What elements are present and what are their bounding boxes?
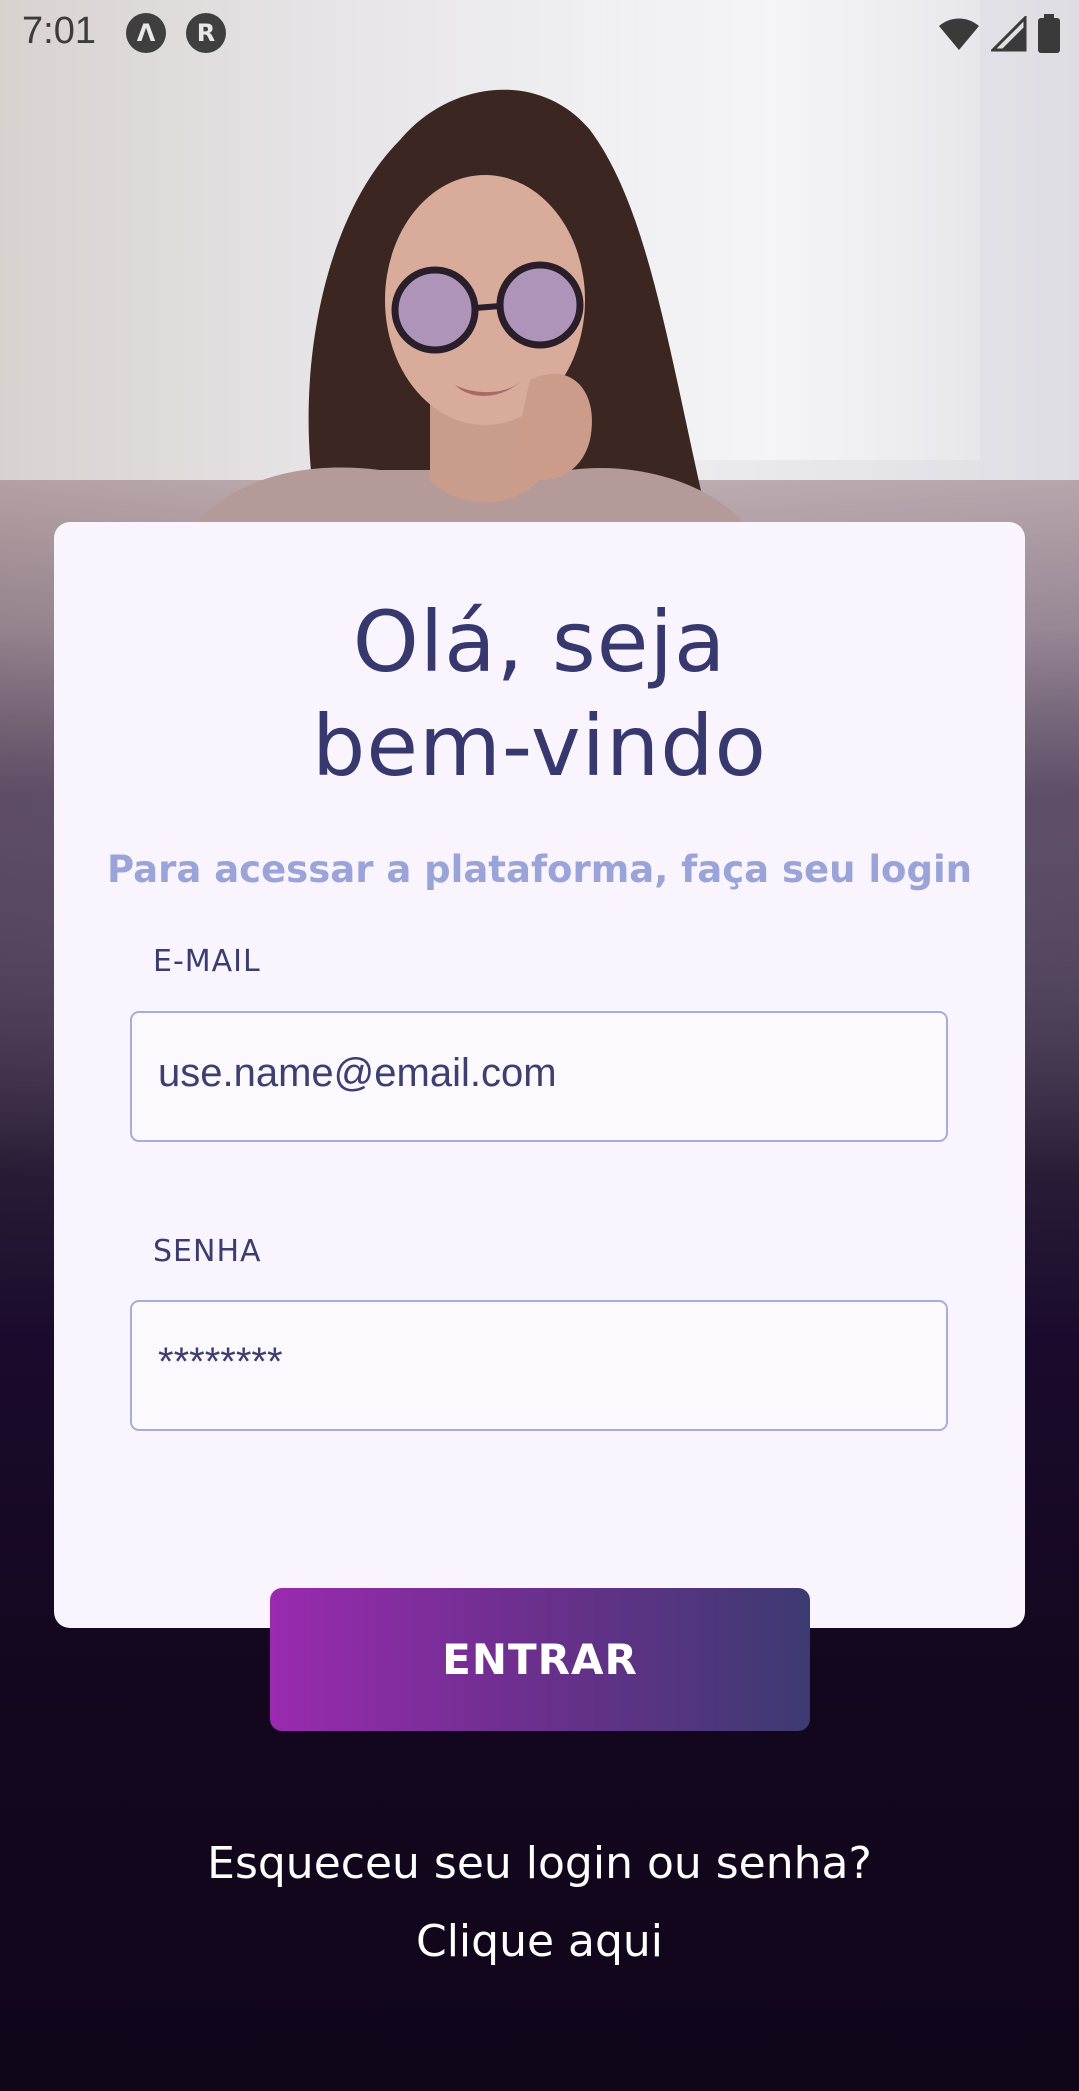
- email-field[interactable]: use.name@email.com: [130, 1011, 948, 1142]
- welcome-title-line2: bem-vindo: [312, 697, 767, 795]
- forgot-credentials-text: Esqueceu seu login ou senha?: [207, 1838, 872, 1889]
- welcome-title-line1: Olá, seja: [352, 593, 727, 691]
- app-a-icon: Λ: [126, 13, 166, 53]
- password-value: ********: [158, 1340, 283, 1384]
- email-value: use.name@email.com: [158, 1051, 557, 1095]
- signal-icon: [991, 16, 1027, 52]
- status-bar: 7:01 Λ R: [0, 0, 1079, 66]
- wifi-icon: [939, 18, 979, 50]
- password-label: SENHA: [153, 1234, 262, 1269]
- login-button-label: ENTRAR: [442, 1635, 638, 1684]
- login-subtitle: Para acessar a plataforma, faça seu logi…: [107, 848, 972, 891]
- status-time: 7:01: [22, 10, 96, 52]
- battery-icon: [1038, 14, 1060, 53]
- background-person-image: [190, 89, 750, 530]
- email-label: E-MAIL: [153, 944, 261, 979]
- password-field[interactable]: ********: [130, 1300, 948, 1431]
- login-button[interactable]: ENTRAR: [270, 1588, 810, 1731]
- click-here-link[interactable]: Clique aqui: [0, 1916, 1079, 1967]
- app-r-icon: R: [186, 13, 226, 53]
- welcome-title: Olá, seja bem-vindo: [54, 590, 1025, 798]
